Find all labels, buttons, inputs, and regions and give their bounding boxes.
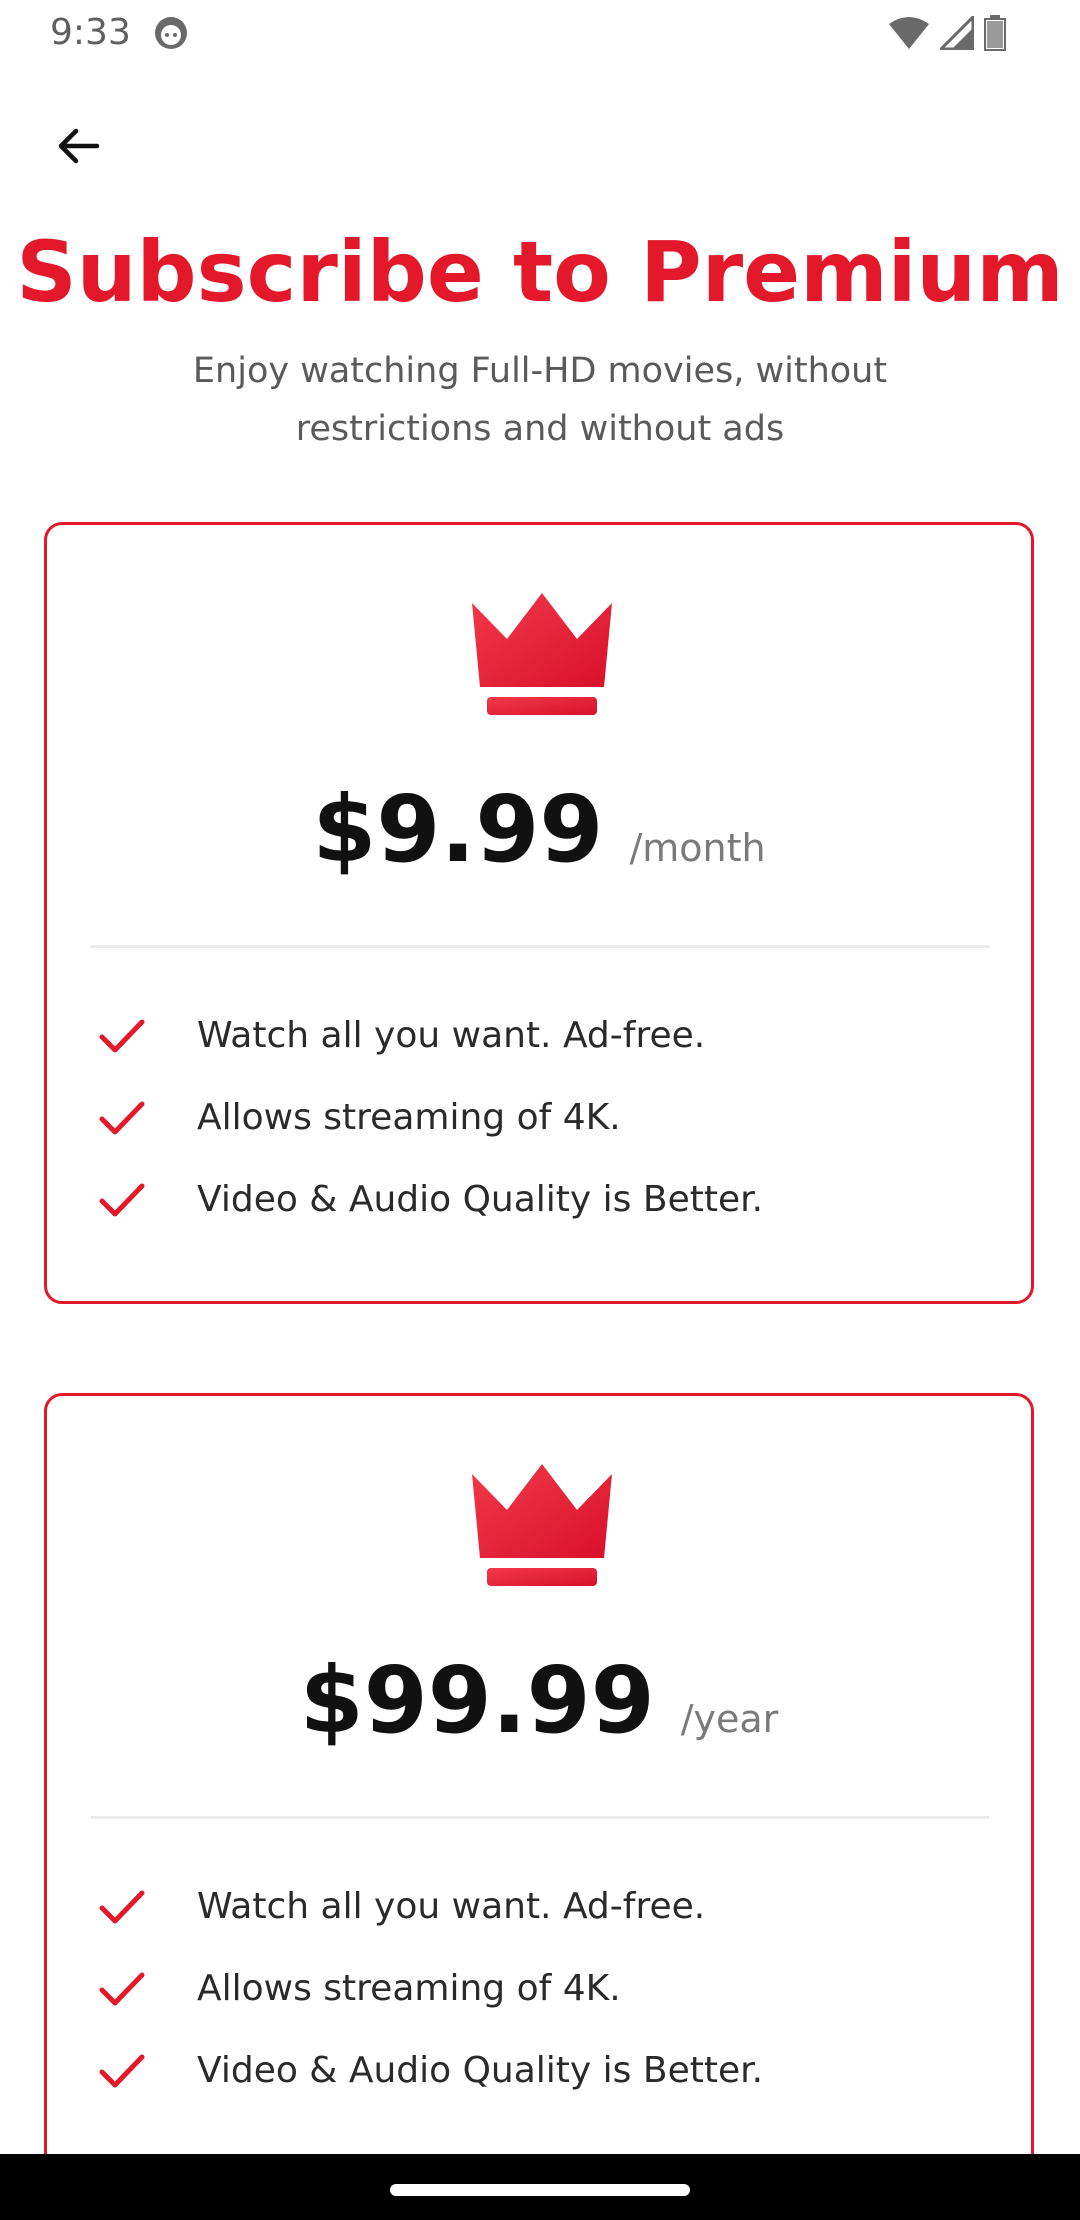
divider [91,945,989,948]
check-icon [99,2054,145,2088]
subscription-screen: 9:33 Subscribe to Premium Enjoy watching… [0,0,1080,2220]
check-icon [99,1972,145,2006]
status-time: 9:33 [50,12,131,53]
feature-text: Watch all you want. Ad-free. [197,1886,706,1927]
divider [91,1816,989,1819]
price-row: $99.99 /year [47,1646,1031,1756]
navigation-bar [0,2154,1080,2220]
plan-price: $99.99 [299,1647,655,1754]
check-icon [99,1019,145,1053]
feature-item: Video & Audio Quality is Better. [47,2030,1031,2112]
plan-period: /year [680,1697,779,1741]
feature-item: Allows streaming of 4K. [47,1948,1031,2030]
battery-icon [984,15,1006,51]
page-subtitle: Enjoy watching Full-HD movies, without r… [192,351,888,449]
wifi-icon [889,17,929,49]
android-notification-icon [155,17,187,49]
plan-price: $9.99 [312,776,604,883]
arrow-left-icon [58,128,100,164]
feature-list: Watch all you want. Ad-free. Allows stre… [47,995,1031,1241]
feature-text: Allows streaming of 4K. [197,1097,621,1138]
page-title: Subscribe to Premium [16,223,1064,321]
back-button[interactable] [40,108,116,184]
plan-card-monthly[interactable]: $9.99 /month Watch all you want. Ad-free… [44,522,1034,1304]
feature-text: Allows streaming of 4K. [197,1968,621,2009]
feature-text: Watch all you want. Ad-free. [197,1015,706,1056]
feature-text: Video & Audio Quality is Better. [197,2050,764,2091]
feature-item: Video & Audio Quality is Better. [47,1159,1031,1241]
feature-item: Watch all you want. Ad-free. [47,995,1031,1077]
feature-text: Video & Audio Quality is Better. [197,1179,764,1220]
crown-icon [472,1464,612,1586]
crown-icon [472,593,612,715]
check-icon [99,1890,145,1924]
plan-period: /month [629,826,766,870]
check-icon [99,1183,145,1217]
feature-item: Allows streaming of 4K. [47,1077,1031,1159]
plan-card-yearly[interactable]: $99.99 /year Watch all you want. Ad-free… [44,1393,1034,2220]
status-icons [888,14,1006,52]
status-bar: 9:33 [0,0,1080,66]
price-row: $9.99 /month [47,775,1031,885]
feature-item: Watch all you want. Ad-free. [47,1866,1031,1948]
feature-list: Watch all you want. Ad-free. Allows stre… [47,1866,1031,2112]
home-gesture-handle[interactable] [390,2184,690,2196]
check-icon [99,1101,145,1135]
cell-signal-icon [940,16,974,50]
